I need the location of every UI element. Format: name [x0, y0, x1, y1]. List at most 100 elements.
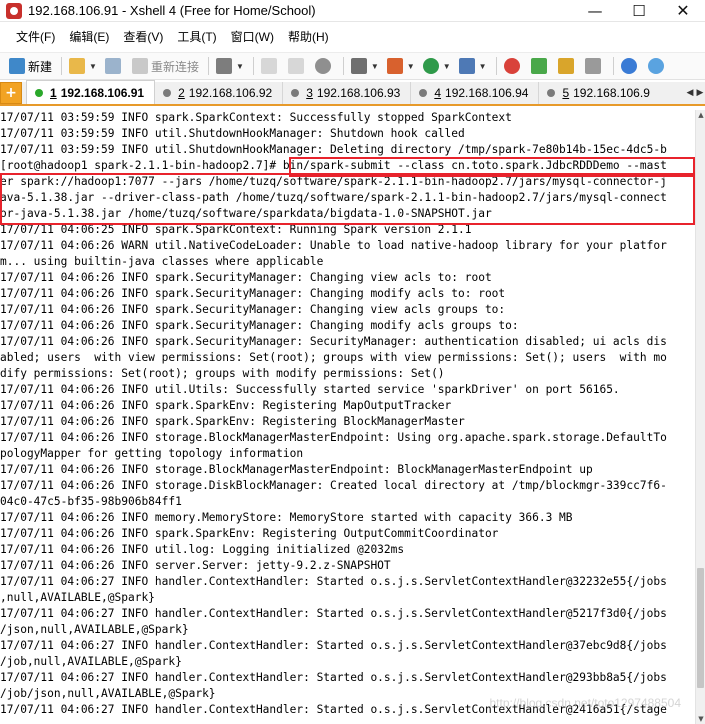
keyboard-button[interactable] [582, 55, 607, 77]
menu-tools[interactable]: 工具(T) [170, 27, 223, 47]
toolbar-divider [612, 57, 614, 75]
session-tab-4[interactable]: 4 192.168.106.94 [411, 82, 540, 104]
reconnect-button[interactable]: 重新连接 [129, 55, 202, 77]
session-tab-3[interactable]: 3 192.168.106.93 [283, 82, 412, 104]
maximize-icon[interactable]: ☐ [617, 0, 661, 22]
copy-icon [260, 58, 277, 74]
title-bar: 192.168.106.91 - Xshell 4 (Free for Home… [0, 0, 705, 22]
toolbar-divider [252, 57, 254, 75]
window-title: 192.168.106.91 - Xshell 4 (Free for Home… [28, 3, 316, 18]
terminal-line: 17/07/11 04:06:26 INFO server.Server: je… [0, 559, 391, 572]
tab-host: 192.168.106.92 [188, 86, 273, 100]
chevron-down-icon: ▼ [406, 61, 415, 71]
terminal-line: 17/07/11 04:06:26 INFO spark.SecurityMan… [0, 303, 506, 316]
scrollbar-thumb[interactable] [697, 568, 704, 688]
terminal-line: 17/07/11 04:06:26 INFO util.Utils: Succe… [0, 383, 620, 396]
tab-number: 2 [178, 86, 185, 100]
new-session-label: 新建 [28, 59, 53, 74]
terminal-line: ,null,AVAILABLE,@Spark} [0, 591, 155, 604]
scroll-left-icon[interactable]: ◀ [685, 88, 695, 98]
menu-bar: 文件(F) 编辑(E) 查看(V) 工具(T) 窗口(W) 帮助(H) [0, 26, 705, 48]
menu-window[interactable]: 窗口(W) [224, 27, 281, 47]
connect-button[interactable] [102, 55, 127, 77]
status-icon [547, 89, 556, 97]
terminal-line: m... using builtin-java classes where ap… [0, 255, 324, 268]
copy-button[interactable] [258, 55, 283, 77]
find-button[interactable] [312, 55, 337, 77]
properties-button[interactable]: ▼ [213, 55, 247, 77]
terminal-line: 17/07/11 04:06:26 INFO storage.DiskBlock… [0, 479, 667, 492]
xftp-icon [503, 58, 520, 74]
scroll-up-icon[interactable]: ▲ [696, 110, 705, 120]
terminal-line: pologyMapper for getting topology inform… [0, 447, 304, 460]
chevron-down-icon: ▼ [370, 61, 379, 71]
terminal-output[interactable]: 17/07/11 03:59:59 INFO spark.SparkContex… [0, 110, 695, 724]
xagent-button[interactable] [528, 55, 553, 77]
terminal-line: 17/07/11 04:06:26 INFO spark.SparkEnv: R… [0, 399, 452, 412]
menu-file[interactable]: 文件(F) [9, 27, 62, 47]
xftp-button[interactable] [501, 55, 526, 77]
tab-host: 192.168.106.94 [445, 86, 529, 100]
globe-icon [422, 58, 439, 74]
font-button[interactable]: ▼ [456, 55, 490, 77]
terminal-line: er spark://hadoop1:7077 --jars /home/tuz… [0, 175, 667, 188]
menu-help[interactable]: 帮助(H) [281, 27, 336, 47]
tab-host: 192.168.106.9 [573, 86, 650, 100]
terminal-line: 17/07/11 03:59:59 INFO util.ShutdownHook… [0, 143, 667, 156]
help-button[interactable] [618, 55, 643, 77]
terminal-line: 17/07/11 04:06:27 INFO handler.ContextHa… [0, 575, 667, 588]
terminal-line: ava-5.1.38.jar --driver-class-path /home… [0, 191, 667, 204]
terminal-line: 17/07/11 04:06:26 WARN util.NativeCodeLo… [0, 239, 667, 252]
status-icon [291, 89, 300, 97]
terminal-line: 17/07/11 04:06:25 INFO spark.SparkContex… [0, 223, 472, 236]
link-icon [104, 58, 121, 74]
watermark: http://blog.csdn.net/toto1297488504 [489, 696, 682, 710]
paste-icon [287, 58, 304, 74]
session-tab-1[interactable]: 1 192.168.106.91 [26, 80, 156, 104]
minimize-icon[interactable]: — [573, 0, 617, 22]
paste-button[interactable] [285, 55, 310, 77]
tab-number: 5 [562, 86, 570, 100]
terminal-line: 17/07/11 04:06:26 INFO spark.SparkEnv: R… [0, 415, 465, 428]
close-icon[interactable]: ✕ [661, 0, 705, 22]
tab-host: 192.168.106.91 [60, 85, 145, 100]
keyboard-icon [584, 58, 601, 74]
session-tab-5[interactable]: 5 192.168.106.9 [539, 82, 651, 104]
terminal-line: 17/07/11 04:06:27 INFO handler.ContextHa… [0, 639, 667, 652]
lock-button[interactable] [555, 55, 580, 77]
open-folder-button[interactable]: ▼ [66, 55, 100, 77]
new-session-button[interactable]: 新建 [6, 55, 55, 77]
toolbar-divider [207, 57, 209, 75]
properties-icon [215, 58, 232, 74]
reconnect-label: 重新连接 [150, 59, 199, 74]
scroll-down-icon[interactable]: ▼ [696, 714, 705, 724]
toolbar-divider [495, 57, 497, 75]
terminal-line: 17/07/11 04:06:26 INFO util.log: Logging… [0, 543, 405, 556]
scroll-right-icon[interactable]: ▶ [695, 88, 705, 98]
menu-view[interactable]: 查看(V) [116, 27, 170, 47]
terminal-scrollbar[interactable]: ▲ ▼ [695, 110, 705, 724]
session-tab-bar: + 1 192.168.106.91 2 192.168.106.92 3 19… [0, 80, 705, 106]
chat-button[interactable] [645, 55, 670, 77]
globe-button[interactable]: ▼ [420, 55, 454, 77]
session-tab-2[interactable]: 2 192.168.106.92 [155, 82, 284, 104]
terminal-line: 04c0-47c5-bf35-98b906b84ff1 [0, 495, 182, 508]
add-tab-icon[interactable]: + [0, 82, 22, 104]
terminal-line: 17/07/11 04:06:26 INFO memory.MemoryStor… [0, 511, 573, 524]
terminal-line: 17/07/11 04:06:26 INFO spark.SecurityMan… [0, 335, 667, 348]
folder-icon [69, 58, 86, 74]
tab-scroll-controls: ◀ ▶ [685, 82, 705, 104]
menu-edit[interactable]: 编辑(E) [62, 27, 116, 47]
terminal-line: 17/07/11 04:06:26 INFO spark.SparkEnv: R… [0, 527, 499, 540]
status-icon [163, 89, 172, 97]
terminal-line: dify permissions: Set(root); groups with… [0, 367, 445, 380]
print-button[interactable]: ▼ [348, 55, 382, 77]
tab-number: 3 [306, 86, 313, 100]
chat-bubble-icon [647, 58, 664, 74]
help-icon [620, 58, 637, 74]
transfer-button[interactable]: ▼ [384, 55, 418, 77]
reconnect-icon [131, 58, 148, 74]
terminal-line: [root@hadoop1 spark-2.1.1-bin-hadoop2.7]… [0, 159, 667, 172]
tab-number: 4 [434, 86, 442, 100]
search-icon [314, 58, 331, 74]
